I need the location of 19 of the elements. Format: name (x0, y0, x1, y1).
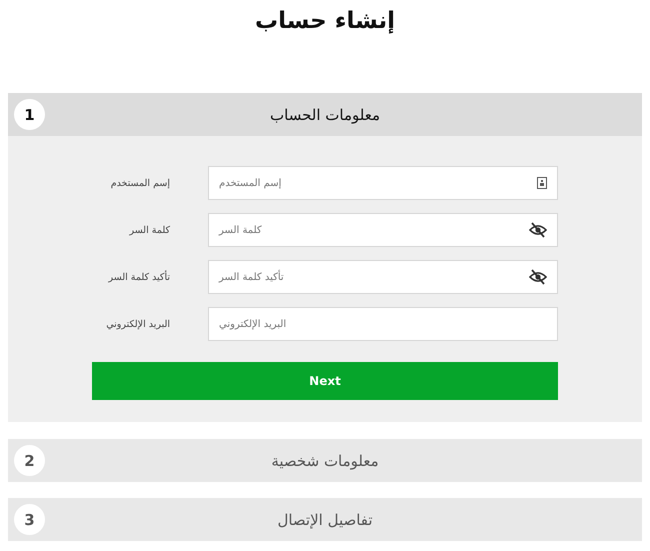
step-number: 3 (14, 504, 45, 535)
field-label: إسم المستخدم (110, 177, 170, 189)
field-label: كلمة السر (128, 224, 170, 236)
section-title: تفاصيل الإتصال (277, 510, 373, 528)
input-field[interactable]: البريد الإلكتروني (208, 307, 558, 341)
section-title: معلومات الحساب (270, 106, 380, 124)
input-field[interactable]: إسم المستخدم (208, 166, 558, 200)
input-field[interactable]: تأكيد كلمة السر (208, 260, 558, 294)
next-button[interactable]: Next (92, 362, 558, 400)
id-card-icon (537, 177, 547, 189)
eye-slash-icon[interactable] (529, 269, 547, 285)
field-label: البريد الإلكتروني (105, 318, 170, 330)
step-number: 1 (14, 99, 45, 130)
field-label: تأكيد كلمة السر (107, 269, 170, 283)
input-field[interactable]: كلمة السر (208, 213, 558, 247)
page-title: إنشاء حساب (254, 7, 396, 36)
section-title: معلومات شخصية (271, 452, 379, 470)
step-number: 2 (14, 445, 45, 476)
eye-slash-icon[interactable] (529, 222, 547, 238)
